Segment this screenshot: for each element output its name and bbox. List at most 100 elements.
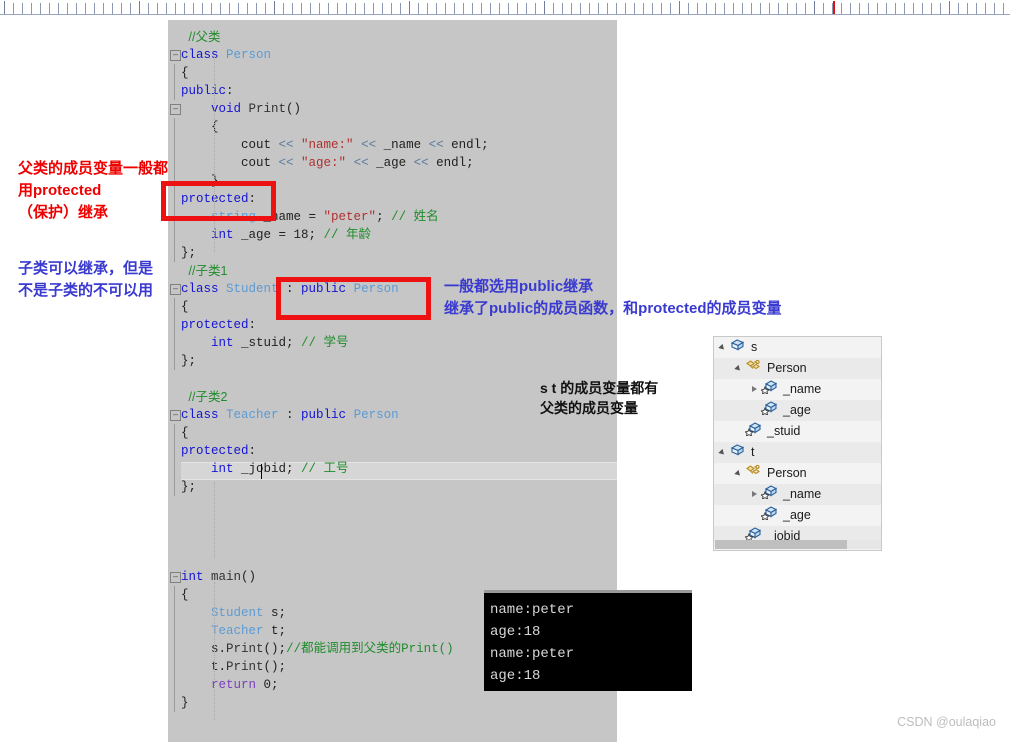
fold-guide-line xyxy=(174,226,175,244)
ruler-tick xyxy=(202,3,203,14)
annotation-line: 不是子类的不可以用 xyxy=(18,282,154,299)
code-line[interactable] xyxy=(181,496,617,514)
watch-row-label: Person xyxy=(767,466,807,480)
fold-collapse-icon[interactable]: – xyxy=(170,50,181,61)
watch-row[interactable]: t xyxy=(714,442,881,463)
chevron-down-icon[interactable] xyxy=(718,337,729,358)
watch-row[interactable]: s xyxy=(714,337,881,358)
code-line[interactable]: } xyxy=(181,694,617,712)
fold-collapse-icon[interactable]: – xyxy=(170,104,181,115)
watch-row[interactable]: _name xyxy=(714,484,881,505)
code-token: << xyxy=(346,156,377,170)
code-line[interactable]: protected: xyxy=(181,442,617,460)
code-line[interactable] xyxy=(181,532,617,550)
ruler-tick xyxy=(283,3,284,14)
fold-margin[interactable]: – – – – – xyxy=(168,20,181,742)
ruler-tick xyxy=(733,3,734,14)
code-line[interactable]: int _stuid; // 学号 xyxy=(181,334,617,352)
code-line[interactable]: cout << "name:" << _name << endl; xyxy=(181,136,617,154)
code-line[interactable]: { xyxy=(181,64,617,82)
ruler-tick xyxy=(859,3,860,14)
fold-guide-line xyxy=(174,640,175,658)
chevron-down-icon[interactable] xyxy=(718,442,729,463)
ruler-tick xyxy=(400,3,401,14)
ruler-tick xyxy=(553,3,554,14)
ruler-tick xyxy=(949,1,950,14)
ruler-tick xyxy=(508,3,509,14)
ruler-tick xyxy=(940,3,941,14)
watch-scrollbar-thumb[interactable] xyxy=(715,540,847,549)
code-line[interactable]: int _age = 18; // 年龄 xyxy=(181,226,617,244)
chevron-right-icon[interactable] xyxy=(750,379,761,400)
ruler-tick xyxy=(481,3,482,14)
code-line[interactable]: void Print() xyxy=(181,100,617,118)
code-token: _age = 18; xyxy=(241,228,324,242)
code-token: public xyxy=(181,84,227,98)
ruler-tick xyxy=(292,3,293,14)
ruler-tick xyxy=(904,3,905,14)
chevron-down-icon[interactable] xyxy=(734,463,745,484)
ruler-red-marker xyxy=(833,1,835,14)
chevron-right-icon[interactable] xyxy=(750,484,761,505)
code-line[interactable]: int main() xyxy=(181,568,617,586)
code-token: Print xyxy=(226,660,264,674)
ruler-tick xyxy=(742,3,743,14)
fold-guide-line xyxy=(174,604,175,622)
ruler-tick xyxy=(913,3,914,14)
code-token: "age:" xyxy=(301,156,347,170)
code-line[interactable]: cout << "age:" << _age << endl; xyxy=(181,154,617,172)
watch-rows[interactable]: s Person _name _age _stuid t Person _name _age _j… xyxy=(714,337,881,547)
code-token: return xyxy=(211,678,264,692)
struct-variable-icon xyxy=(729,442,748,463)
fold-collapse-icon[interactable]: – xyxy=(170,572,181,583)
code-token: : xyxy=(226,84,234,98)
code-line[interactable]: }; xyxy=(181,244,617,262)
fold-collapse-icon[interactable]: – xyxy=(170,284,181,295)
watch-row[interactable]: _age xyxy=(714,505,881,526)
ruler-tick xyxy=(391,3,392,14)
watch-row[interactable]: Person xyxy=(714,463,881,484)
code-line[interactable]: public: xyxy=(181,82,617,100)
highlight-public-inheritance xyxy=(276,277,431,320)
expander-placeholder xyxy=(750,400,761,421)
ruler-tick xyxy=(13,3,14,14)
top-ruler xyxy=(0,0,1010,15)
ruler-tick xyxy=(625,3,626,14)
fold-guide-line xyxy=(174,676,175,694)
watch-row[interactable]: _name xyxy=(714,379,881,400)
code-line[interactable]: //父类 xyxy=(181,28,617,46)
code-line[interactable] xyxy=(181,514,617,532)
chevron-down-icon[interactable] xyxy=(734,358,745,379)
code-line[interactable]: class Person xyxy=(181,46,617,64)
code-line[interactable]: }; xyxy=(181,352,617,370)
code-line[interactable]: int _jobid; // 工号 xyxy=(181,460,617,478)
code-token: Person xyxy=(226,48,272,62)
ruler-tick xyxy=(454,3,455,14)
debug-watch-panel[interactable]: s Person _name _age _stuid t Person _name _age _j… xyxy=(713,336,882,551)
watch-row[interactable]: _age xyxy=(714,400,881,421)
ruler-tick xyxy=(922,3,923,14)
indent-guide xyxy=(214,582,215,720)
annotation-line: （保护）继承 xyxy=(18,204,109,221)
watch-row[interactable]: Person xyxy=(714,358,881,379)
code-line[interactable]: { xyxy=(181,118,617,136)
fold-collapse-icon[interactable]: – xyxy=(170,410,181,421)
code-line[interactable]: }; xyxy=(181,478,617,496)
code-line[interactable]: { xyxy=(181,424,617,442)
watch-row[interactable]: _stuid xyxy=(714,421,881,442)
ruler-tick xyxy=(760,3,761,14)
code-token: int xyxy=(211,336,242,350)
code-line[interactable] xyxy=(181,550,617,568)
code-token: }; xyxy=(181,354,197,368)
watch-horizontal-scrollbar[interactable] xyxy=(715,540,881,549)
code-token: Print xyxy=(248,102,287,116)
watch-row-label: s xyxy=(751,340,758,354)
annotation-line: 父类的成员变量 xyxy=(540,400,638,416)
ruler-tick xyxy=(670,3,671,14)
ruler-tick xyxy=(787,3,788,14)
code-token: _jobid; xyxy=(241,462,302,476)
ruler-tick xyxy=(184,3,185,14)
watch-row-label: _name xyxy=(783,487,822,501)
